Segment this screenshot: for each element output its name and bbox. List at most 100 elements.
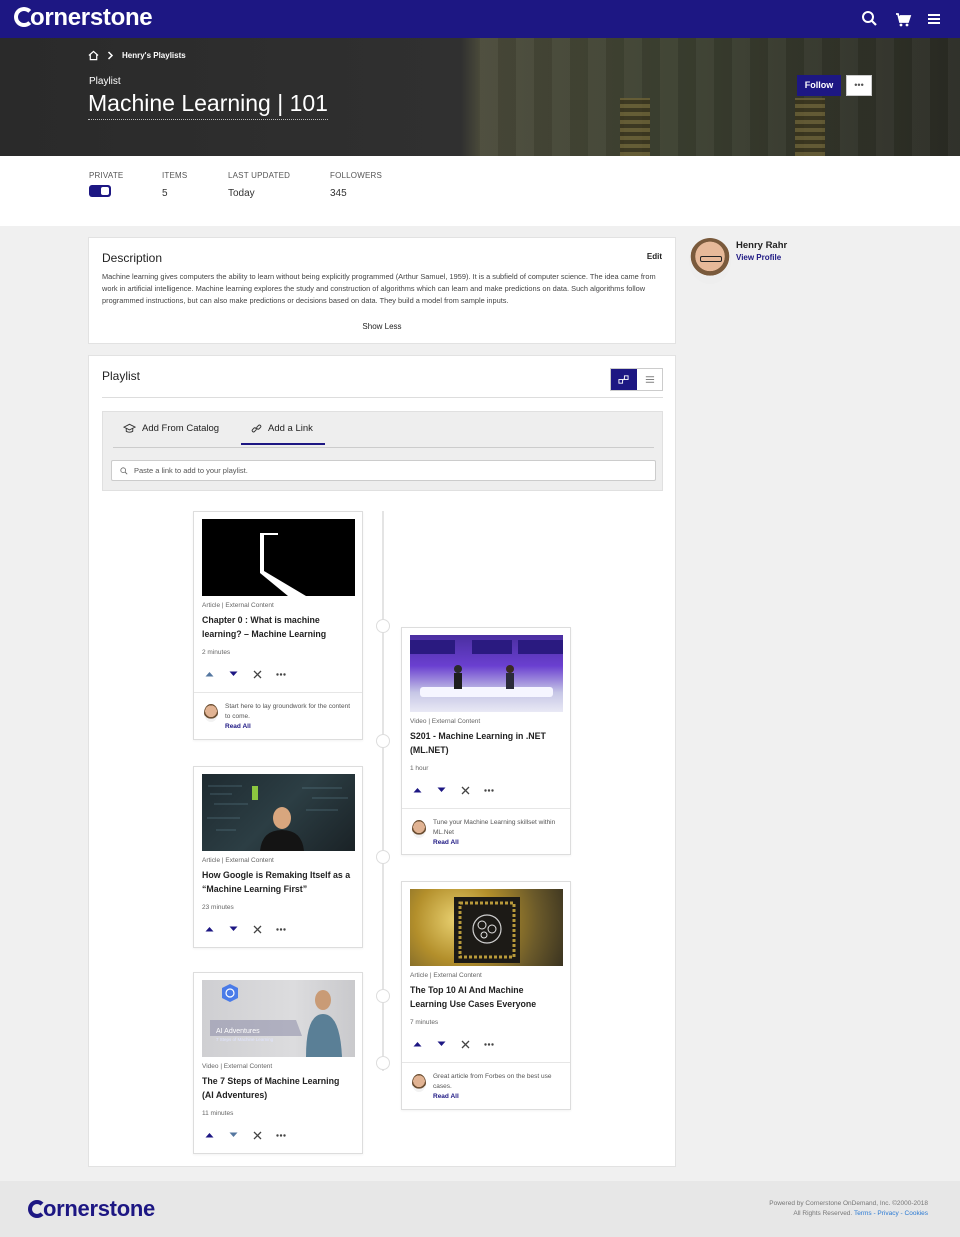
item-actions <box>412 785 494 795</box>
item-duration: 1 hour <box>410 765 429 772</box>
item-type: Video | External Content <box>410 718 481 725</box>
item-actions <box>204 1130 286 1140</box>
stat-value: Today <box>228 188 255 199</box>
item-type: Article | External Content <box>202 602 274 609</box>
remove-icon[interactable] <box>252 924 262 934</box>
owner-avatar[interactable] <box>689 238 731 284</box>
link-input[interactable]: Paste a link to add to your playlist. <box>111 460 656 481</box>
item-thumbnail <box>202 774 355 851</box>
playlist-card: Playlist Add From Catalog Add a Link Pas… <box>88 355 676 1167</box>
item-actions <box>204 924 286 934</box>
tab-underline <box>113 447 654 448</box>
item-type: Article | External Content <box>202 857 274 864</box>
remove-icon[interactable] <box>460 1039 470 1049</box>
logo-text: ornerstone <box>30 4 153 31</box>
cart-icon[interactable] <box>893 9 913 29</box>
playlist-item[interactable]: AI Adventures 7 Steps of Machine Learnin… <box>193 972 363 1154</box>
item-title[interactable]: How Google is Remaking Itself as a “Mach… <box>202 868 352 896</box>
breadcrumb-link[interactable]: Henry's Playlists <box>122 51 186 60</box>
privacy-link[interactable]: Privacy <box>877 1210 898 1217</box>
stat-last-updated: LAST UPDATED Today <box>228 171 290 199</box>
cookies-link[interactable]: Cookies <box>905 1210 928 1217</box>
chevron-right-icon <box>107 51 114 60</box>
follow-button[interactable]: Follow <box>797 75 841 96</box>
add-content-panel: Add From Catalog Add a Link Paste a link… <box>102 411 663 491</box>
item-duration: 2 minutes <box>202 649 231 656</box>
edit-description-button[interactable]: Edit <box>647 252 662 261</box>
more-icon[interactable] <box>276 669 286 679</box>
list-view-button[interactable] <box>637 369 663 390</box>
remove-icon[interactable] <box>252 669 262 679</box>
cornerstone-logo[interactable]: ornerstone <box>14 4 153 32</box>
stat-label: PRIVATE <box>89 171 124 180</box>
more-icon[interactable] <box>276 924 286 934</box>
item-thumbnail <box>410 889 563 966</box>
page-title[interactable]: Machine Learning | 101 <box>88 90 328 120</box>
link-input-placeholder: Paste a link to add to your playlist. <box>134 466 248 475</box>
terms-link[interactable]: Terms <box>854 1210 872 1217</box>
move-down-icon[interactable] <box>228 669 238 679</box>
owner-name: Henry Rahr <box>736 240 788 251</box>
tab-add-from-catalog[interactable]: Add From Catalog <box>123 423 219 443</box>
move-up-icon[interactable] <box>412 1039 422 1049</box>
item-title[interactable]: The Top 10 AI And Machine Learning Use C… <box>410 983 560 1011</box>
powered-by-text: Powered by Cornerstone OnDemand, Inc. ©2… <box>769 1200 928 1207</box>
remove-icon[interactable] <box>460 785 470 795</box>
divider <box>102 397 663 398</box>
thumbnail-caption: AI Adventures <box>216 1028 260 1035</box>
item-actions <box>412 1039 494 1049</box>
more-icon[interactable] <box>484 785 494 795</box>
item-type: Article | External Content <box>410 972 482 979</box>
tab-add-a-link[interactable]: Add a Link <box>241 423 325 445</box>
more-icon[interactable] <box>276 1130 286 1140</box>
note-text: Tune your Machine Learning skillset with… <box>433 819 556 836</box>
more-options-button[interactable]: ••• <box>846 75 872 96</box>
page-kicker: Playlist <box>89 76 121 87</box>
move-down-icon[interactable] <box>436 785 446 795</box>
timeline-axis <box>382 511 384 1071</box>
stat-items: ITEMS 5 <box>162 171 187 199</box>
item-note: Start here to lay groundwork for the con… <box>194 692 362 740</box>
show-less-label[interactable]: Show Less <box>362 322 401 331</box>
playlist-item[interactable]: Article | External Content Chapter 0 : W… <box>193 511 363 740</box>
more-icon[interactable] <box>484 1039 494 1049</box>
item-thumbnail <box>202 519 355 596</box>
item-duration: 7 minutes <box>410 1019 439 1026</box>
playlist-item[interactable]: Article | External Content The Top 10 AI… <box>401 881 571 1110</box>
item-title[interactable]: Chapter 0 : What is machine learning? – … <box>202 613 352 641</box>
move-up-icon[interactable] <box>204 669 214 679</box>
move-down-icon[interactable] <box>228 1130 238 1140</box>
move-up-icon[interactable] <box>412 785 422 795</box>
read-all-link[interactable]: Read All <box>433 1093 459 1100</box>
move-up-icon[interactable] <box>204 1130 214 1140</box>
note-author-avatar <box>204 704 218 722</box>
search-icon <box>120 466 128 474</box>
home-icon[interactable] <box>88 50 99 61</box>
playlist-item[interactable]: Article | External Content How Google is… <box>193 766 363 948</box>
item-title[interactable]: The 7 Steps of Machine Learning (AI Adve… <box>202 1074 352 1102</box>
move-down-icon[interactable] <box>228 924 238 934</box>
search-icon[interactable] <box>860 9 880 29</box>
read-all-link[interactable]: Read All <box>433 839 459 846</box>
playlist-heading: Playlist <box>102 369 141 383</box>
thumbnail-subcaption: 7 Steps of Machine Learning <box>216 1037 274 1042</box>
private-toggle[interactable] <box>89 185 111 197</box>
footer: ornerstone Powered by Cornerstone OnDema… <box>0 1181 960 1237</box>
footer-logo[interactable]: ornerstone <box>28 1196 155 1222</box>
graduation-cap-icon <box>123 423 136 433</box>
remove-icon[interactable] <box>252 1130 262 1140</box>
move-up-icon[interactable] <box>204 924 214 934</box>
move-down-icon[interactable] <box>436 1039 446 1049</box>
footer-copyright: Powered by Cornerstone OnDemand, Inc. ©2… <box>769 1200 928 1217</box>
timeline-view-button[interactable] <box>611 369 637 390</box>
top-nav: ornerstone <box>0 0 960 38</box>
stat-label: LAST UPDATED <box>228 171 291 180</box>
playlist-item[interactable]: Video | External Content S201 - Machine … <box>401 627 571 855</box>
show-less-link: Show Less <box>89 322 675 331</box>
menu-icon[interactable] <box>924 9 944 29</box>
thumbnail-image <box>207 785 348 851</box>
read-all-link[interactable]: Read All <box>225 723 251 730</box>
item-title[interactable]: S201 - Machine Learning in .NET (ML.NET) <box>410 729 560 757</box>
view-profile-link[interactable]: View Profile <box>736 253 781 262</box>
timeline-view-icon <box>618 375 629 384</box>
